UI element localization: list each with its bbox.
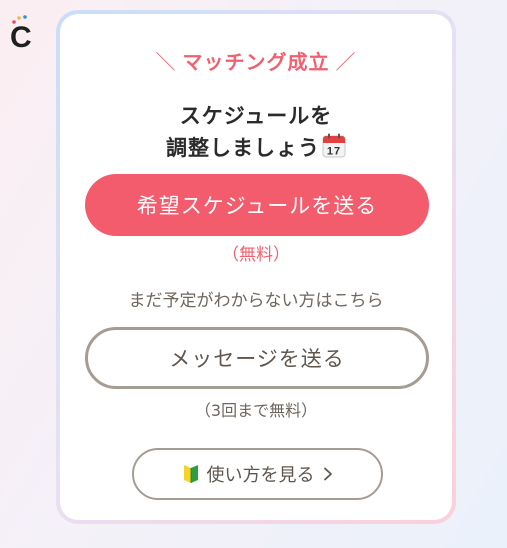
- c-logo-icon: C: [8, 14, 42, 54]
- chevron-right-icon: [323, 467, 333, 481]
- how-to-use-label: 使い方を見る: [206, 465, 315, 486]
- free-note: （無料）: [222, 245, 290, 265]
- send-message-button[interactable]: メッセージを送る: [85, 327, 429, 389]
- calendar-icon: 17: [322, 133, 346, 167]
- headline-line1: スケジュールを: [179, 104, 333, 128]
- headline-line2: 調整しましょう: [166, 136, 320, 160]
- matching-card: ＼ マッチング成立／ スケジュールを 調整しましょう 17 希望スケジュールを送る…: [60, 14, 452, 520]
- logo-letter: C: [10, 21, 32, 50]
- undecided-text: まだ予定がわからない方はこちら: [128, 291, 384, 311]
- headline: スケジュールを 調整しましょう 17: [60, 100, 452, 167]
- match-prefix: ＼: [155, 50, 177, 74]
- beginner-mark-icon: [183, 464, 199, 484]
- send-schedule-button[interactable]: 希望スケジュールを送る: [85, 174, 429, 236]
- matching-card-border: ＼ マッチング成立／ スケジュールを 調整しましょう 17 希望スケジュールを送る…: [56, 10, 456, 524]
- match-suffix: ／: [335, 50, 357, 74]
- match-title-row: ＼ マッチング成立／: [60, 49, 452, 75]
- calendar-day: 17: [327, 146, 341, 158]
- match-title: マッチング成立: [182, 50, 330, 74]
- headline-line2-row: 調整しましょう 17: [60, 132, 452, 167]
- how-to-use-button[interactable]: 使い方を見る: [132, 448, 383, 500]
- limit-note: （3回まで無料）: [194, 401, 318, 420]
